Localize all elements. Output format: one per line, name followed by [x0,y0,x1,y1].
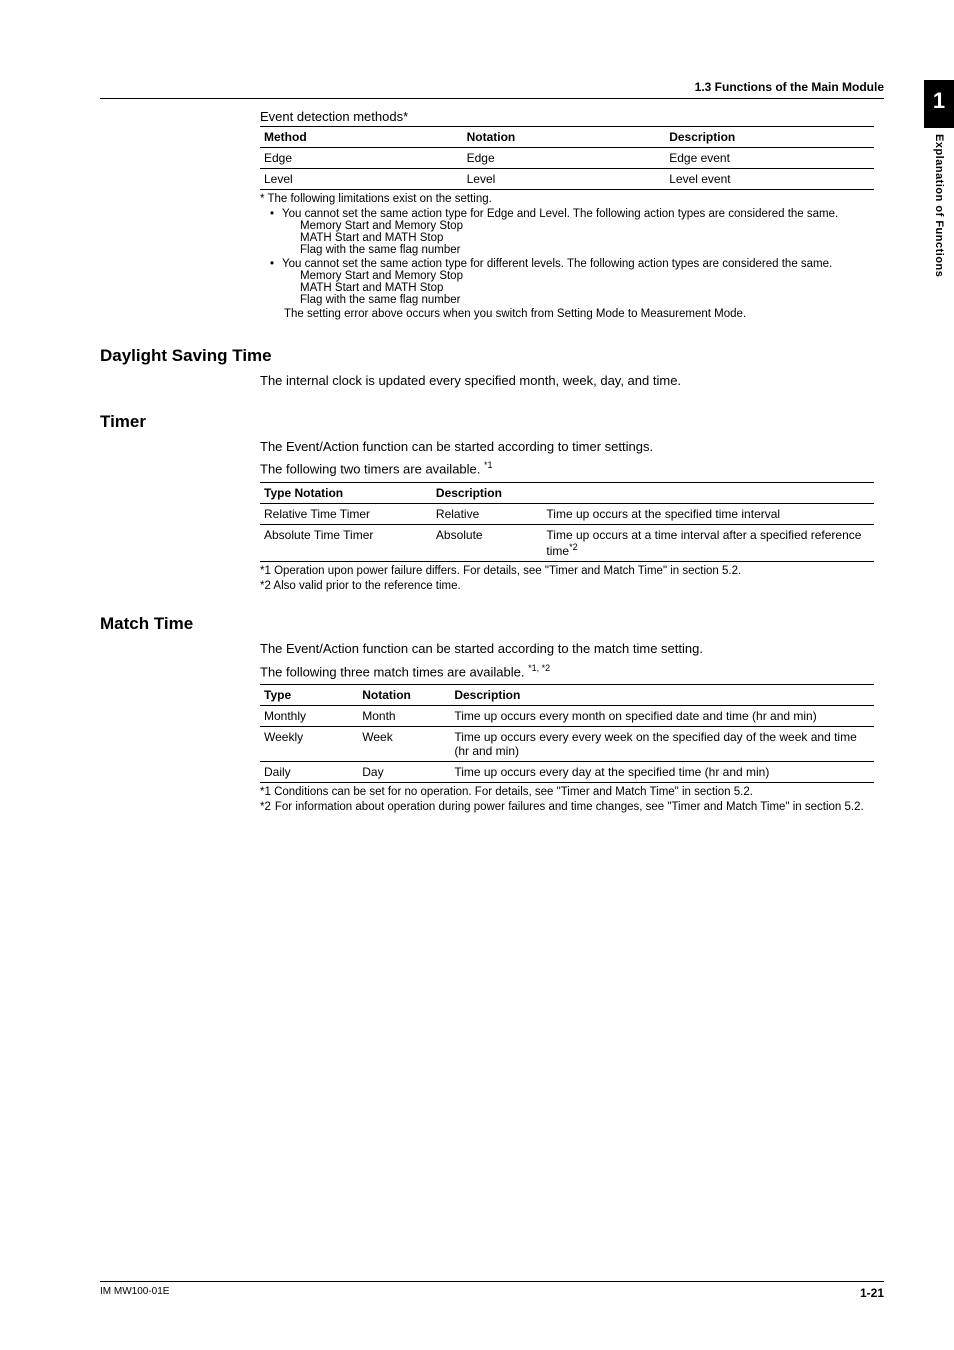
cell: Edge event [665,148,874,169]
sub-item: MATH Start and MATH Stop [300,282,874,294]
cell: Day [358,762,450,783]
event-methods-footnote: * The following limitations exist on the… [260,193,874,205]
cell: Time up occurs at the specified time int… [542,503,874,524]
chapter-number: 1 [924,80,954,128]
timer-body2: The following two timers are available. … [260,459,874,478]
sub-item: Memory Start and Memory Stop [300,220,874,232]
chapter-label: Explanation of Functions [933,128,945,277]
cell: Month [358,706,450,727]
match-fn2: *2 For information about operation durin… [260,801,874,813]
col-notation: Notation [358,685,450,706]
dst-body: The internal clock is updated every spec… [260,372,874,390]
sub-item: Flag with the same flag number [300,294,874,306]
timer-fn1: *1 Operation upon power failure differs.… [260,565,874,577]
cell: Edge [463,148,666,169]
event-methods-title: Event detection methods* [260,109,874,124]
closing-note: The setting error above occurs when you … [284,308,874,320]
col-type: Type [260,685,358,706]
col-description: Description [450,685,874,706]
match-body2: The following three match times are avai… [260,662,874,681]
bullet-icon: • [270,258,274,270]
sub-item: MATH Start and MATH Stop [300,232,874,244]
match-table: Type Notation Description Monthly Month … [260,684,874,783]
page-footer: IM MW100-01E 1-21 [100,1281,884,1300]
match-heading: Match Time [100,614,884,634]
col-notation: Notation [463,127,666,148]
timer-fn2: *2 Also valid prior to the reference tim… [260,580,874,592]
col-method: Method [260,127,463,148]
dst-heading: Daylight Saving Time [100,346,884,366]
bullet-icon: • [270,208,274,220]
cell: Absolute [432,524,543,561]
cell: Monthly [260,706,358,727]
page-number: 1-21 [860,1286,884,1300]
event-methods-table: Method Notation Description Edge Edge Ed… [260,126,874,190]
cell: Level [260,169,463,190]
col-type-notation: Type Notation [260,482,432,503]
bullet-text: You cannot set the same action type for … [282,258,874,270]
timer-body1: The Event/Action function can be started… [260,438,874,456]
cell: Relative [432,503,543,524]
cell: Time up occurs every every week on the s… [450,727,874,762]
timer-table: Type Notation Description Relative Time … [260,482,874,562]
side-tab: 1 Explanation of Functions [924,80,954,277]
cell: Weekly [260,727,358,762]
table-row: Edge Edge Edge event [260,148,874,169]
cell: Daily [260,762,358,783]
col-description: Description [665,127,874,148]
timer-heading: Timer [100,412,884,432]
table-row: Level Level Level event [260,169,874,190]
cell: Relative Time Timer [260,503,432,524]
sub-item: Flag with the same flag number [300,244,874,256]
match-fn1: *1 Conditions can be set for no operatio… [260,786,874,798]
match-body1: The Event/Action function can be started… [260,640,874,658]
cell: Absolute Time Timer [260,524,432,561]
cell: Level event [665,169,874,190]
bullet-text: You cannot set the same action type for … [282,208,874,220]
table-row: Monthly Month Time up occurs every month… [260,706,874,727]
cell: Week [358,727,450,762]
sub-item: Memory Start and Memory Stop [300,270,874,282]
cell: Level [463,169,666,190]
cell: Edge [260,148,463,169]
table-row: Weekly Week Time up occurs every every w… [260,727,874,762]
col-desc-sub: Description [432,482,543,503]
col-empty [542,482,874,503]
running-head: 1.3 Functions of the Main Module [100,80,884,99]
cell: Time up occurs at a time interval after … [542,524,874,561]
doc-id: IM MW100-01E [100,1286,169,1300]
table-row: Daily Day Time up occurs every day at th… [260,762,874,783]
cell: Time up occurs every month on specified … [450,706,874,727]
table-row: Absolute Time Timer Absolute Time up occ… [260,524,874,561]
cell: Time up occurs every day at the specifie… [450,762,874,783]
table-row: Relative Time Timer Relative Time up occ… [260,503,874,524]
